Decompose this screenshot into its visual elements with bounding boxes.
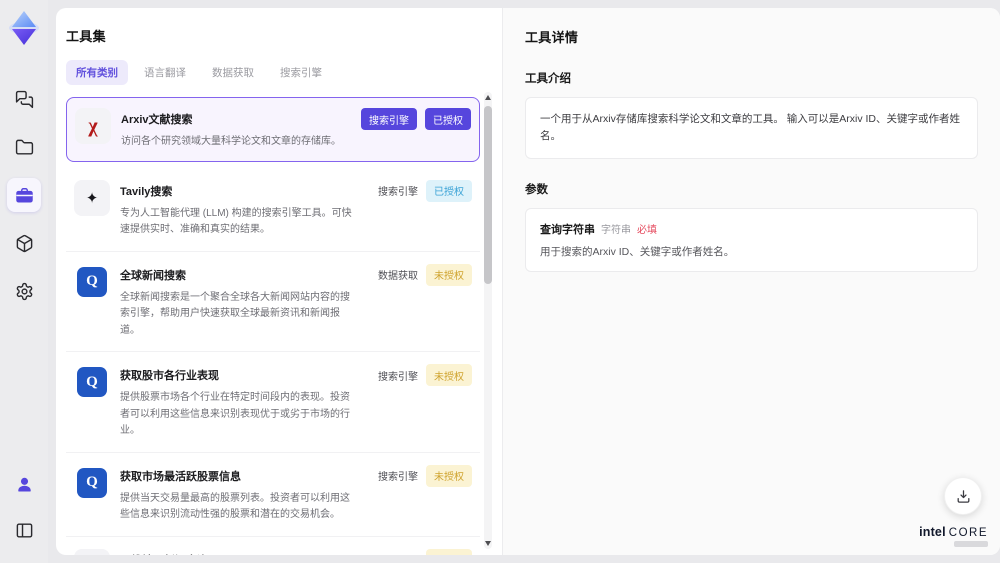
tool-description: 提供当天交易量最高的股票列表。投资者可以利用这些信息来识别流动性强的股票和潜在的… [120,492,350,521]
tool-category-badge: 搜索引擎 [378,371,418,383]
left-rail [0,0,48,563]
toolbox-icon[interactable] [7,178,41,212]
tool-auth-badge: 未授权 [426,364,472,386]
tool-auth-badge: 未授权 [426,548,472,555]
param-name: 查询字符串 [540,223,595,236]
tool-description: 提供股票市场各个行业在特定时间段内的表现。投资者可以利用这些信息来识别表现优于或… [120,392,350,436]
param-required-flag: 必填 [637,224,657,236]
tools-panel: 工具集 所有类别语言翻译数据获取搜索引擎 Arxiv文献搜索 搜索引擎 已授权 [56,8,502,555]
param-box: 查询字符串 字符串 必填 用于搜索的Arxiv ID、关键字或作者姓名。 [525,207,978,272]
tool-category-badge: 数据获取 [378,271,418,282]
brand-sub-badge [954,541,988,547]
tool-name: 获取市场最活跃股票信息 [120,470,241,483]
tool-card[interactable]: 获取市场最活跃股票信息 搜索引擎 未授权 提供当天交易量最高的股票列表。投资者可… [66,452,480,537]
tool-auth-badge: 未授权 [426,263,472,286]
tool-icon [75,108,111,144]
tool-description: 访问各个研究领域大量科学论文和文章的存储库。 [121,136,341,147]
tool-description: 全球新闻搜索是一个聚合全球各大新闻网站内容的搜索引擎，帮助用户快速获取全球最新资… [120,291,350,336]
scrollbar-thumb[interactable] [484,106,492,284]
tool-name: 全球新闻搜索 [120,269,186,282]
intro-heading: 工具介绍 [525,73,571,85]
download-icon [957,489,969,503]
tool-icon [74,548,110,555]
tool-name: 获取股市各行业表现 [120,370,219,382]
tool-icon [77,467,107,498]
tool-auth-badge: 已授权 [426,179,472,202]
category-tab[interactable]: 所有类别 [66,60,128,85]
folder-icon[interactable] [7,130,41,164]
tool-auth-badge: 未授权 [426,464,472,487]
tool-icon [77,266,107,297]
category-tabs: 所有类别 语言翻译 数据获取 搜索引擎 [66,60,480,85]
main-card: 工具集 所有类别语言翻译数据获取搜索引擎 Arxiv文献搜索 搜索引擎 已授权 [56,8,1000,555]
tool-auth-badge: 已授权 [425,108,471,130]
download-button[interactable] [944,477,982,515]
tool-icon [77,367,107,397]
list-scrollbar[interactable] [484,92,492,549]
app-logo [6,8,42,48]
tool-card[interactable]: 全球新闻搜索 数据获取 未授权 全球新闻搜索是一个聚合全球各大新闻网站内容的搜索… [66,251,480,352]
tool-category-badge: 搜索引擎 [378,552,418,555]
panel-icon[interactable] [7,513,41,547]
tool-icon [74,179,110,216]
params-heading: 参数 [525,183,548,196]
param-type: 字符串 [601,224,631,236]
intel-core-logo: intel CORE [919,525,988,547]
tool-name: Tavily搜索 [120,185,173,198]
tool-category-badge: 搜索引擎 [378,187,418,198]
category-tab[interactable]: 数据获取 [202,60,264,85]
category-tab[interactable]: 搜索引擎 [270,60,332,85]
tool-category-badge: 搜索引擎 [361,108,417,130]
tool-category-badge: 搜索引擎 [378,472,418,483]
tool-card[interactable]: 获取股市各行业表现 搜索引擎 未授权 提供股票市场各个行业在特定时间段内的表现。… [66,352,480,453]
tool-card[interactable]: Arxiv文献搜索 搜索引擎 已授权 访问各个研究领域大量科学论文和文章的存储库… [66,97,480,162]
tool-description: 专为人工智能代理 (LLM) 构建的搜索引擎工具。可快速提供实时、准确和真实的结… [120,207,352,236]
tool-detail-panel: 工具详情 工具介绍 一个用于从Arxiv存储库搜索科学论文和文章的工具。 输入可… [502,8,1000,555]
scroll-down-icon[interactable] [485,541,491,546]
tool-list: Arxiv文献搜索 搜索引擎 已授权 访问各个研究领域大量科学论文和文章的存储库… [66,97,480,555]
tool-card[interactable]: 万维地区新闻查询 搜索引擎 未授权 查询具体行政区划内的新闻，快速了解各地新闻动… [66,536,480,556]
package-icon[interactable] [7,226,41,260]
intel-wordmark: intel [919,525,946,539]
detail-panel-title: 工具详情 [525,30,579,45]
scroll-up-icon[interactable] [485,95,491,100]
chat-icon[interactable] [7,82,41,116]
tool-card[interactable]: Tavily搜索 搜索引擎 已授权 专为人工智能代理 (LLM) 构建的搜索引擎… [66,167,480,252]
tools-panel-title: 工具集 [66,29,106,44]
user-icon[interactable] [7,467,41,501]
tool-name: 万维地区新闻查询 [120,552,208,556]
param-description: 用于搜索的Arxiv ID、关键字或作者姓名。 [540,245,735,258]
settings-icon[interactable] [7,274,41,308]
intro-text-box: 一个用于从Arxiv存储库搜索科学论文和文章的工具。 输入可以是Arxiv ID… [525,97,978,159]
core-wordmark: CORE [948,527,988,539]
tool-name: Arxiv文献搜索 [121,114,193,126]
category-tab[interactable]: 语言翻译 [134,60,196,85]
